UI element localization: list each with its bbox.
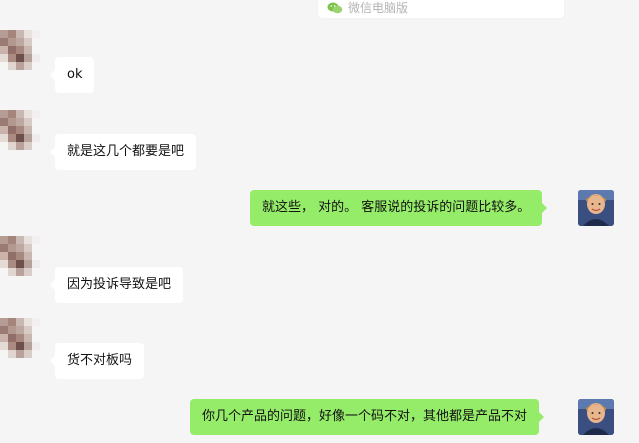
message-bubble-outgoing[interactable]: 就这些， 对的。 客服说的投诉的问题比较多。 (250, 190, 548, 226)
pixelated-avatar (0, 110, 48, 158)
source-label: 微信电脑版 (348, 1, 409, 15)
message-bubble-incoming[interactable]: ok (49, 57, 95, 93)
message-bubble-outgoing[interactable]: 你几个产品的问题，好像一个码不对，其他都是产品不对 (190, 399, 545, 435)
contact-avatar[interactable] (0, 110, 48, 158)
user-photo (578, 399, 614, 435)
wechat-icon (327, 2, 343, 14)
pixelated-avatar (0, 236, 48, 284)
user-photo (578, 190, 614, 226)
contact-avatar[interactable] (0, 318, 48, 366)
message-bubble-incoming[interactable]: 就是这几个都要是吧 (49, 134, 197, 170)
chat-window: 微信电脑版 ok 就是这几个都要是吧 就这些， 对的。 客服说的投诉的问题比较多… (0, 0, 639, 443)
user-avatar[interactable] (578, 399, 614, 435)
user-avatar[interactable] (578, 190, 614, 226)
contact-avatar[interactable] (0, 30, 48, 78)
pixelated-avatar (0, 318, 48, 366)
source-card[interactable]: 微信电脑版 (318, 0, 564, 18)
pixelated-avatar (0, 30, 48, 78)
contact-avatar[interactable] (0, 236, 48, 284)
message-bubble-incoming[interactable]: 货不对板吗 (49, 343, 145, 379)
message-bubble-incoming[interactable]: 因为投诉导致是吧 (49, 267, 184, 303)
